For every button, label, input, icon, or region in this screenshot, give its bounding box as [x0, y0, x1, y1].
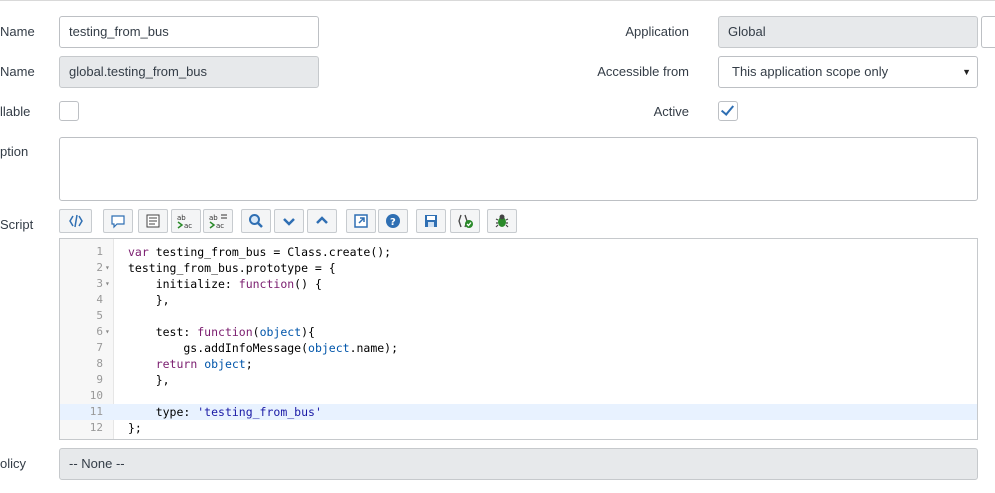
application-field: Global — [718, 16, 978, 48]
code-text: type: 'testing_from_bus' — [128, 405, 322, 419]
top-border — [0, 0, 995, 1]
line-number: 2 — [96, 261, 103, 274]
code-text: }, — [128, 293, 170, 307]
help-button[interactable]: ? — [378, 209, 408, 233]
fold-toggle-icon[interactable]: ▾ — [105, 276, 110, 292]
code-text: testing_from_bus.prototype = { — [128, 261, 336, 275]
dropdown-arrow-icon: ▼ — [962, 67, 971, 77]
format-code-button[interactable] — [59, 209, 92, 233]
code-line[interactable]: 8 return object; — [60, 356, 977, 372]
code-line[interactable]: 11 type: 'testing_from_bus' — [60, 404, 977, 420]
active-checkbox[interactable] — [718, 101, 738, 121]
line-number: 8 — [96, 357, 103, 370]
code-text: gs.addInfoMessage(object.name); — [128, 341, 399, 355]
code-text: var testing_from_bus = Class.create(); — [128, 245, 392, 259]
application-label: Application — [625, 24, 689, 39]
description-textarea[interactable] — [59, 137, 978, 201]
accessible-from-value: This application scope only — [732, 64, 889, 79]
api-name-label: Name — [0, 64, 35, 79]
line-number: 1 — [96, 245, 103, 258]
code-line[interactable]: 5 — [60, 308, 977, 324]
validate-icon — [458, 214, 473, 228]
description-label: ption — [0, 144, 29, 159]
checkmark-icon — [720, 102, 735, 116]
name-label: Name — [0, 24, 35, 39]
format-code-icon — [68, 214, 83, 228]
comment-icon — [111, 215, 125, 229]
save-icon — [425, 215, 437, 227]
line-number: 6 — [96, 325, 103, 338]
code-line[interactable]: 6 ▾ test: function(object){ — [60, 324, 977, 340]
protection-policy-select[interactable]: -- None -- — [59, 448, 978, 480]
svg-text:ac: ac — [184, 222, 192, 229]
search-button[interactable] — [241, 209, 271, 233]
debug-script-button[interactable] — [487, 209, 517, 233]
format-lines-button[interactable] — [138, 209, 168, 233]
accessible-from-label: Accessible from — [597, 64, 689, 79]
search-icon — [249, 214, 263, 228]
line-number: 3 — [96, 277, 103, 290]
validate-script-button[interactable] — [450, 209, 480, 233]
fold-toggle-icon[interactable]: ▾ — [105, 260, 110, 276]
replace-icon: ab ac — [177, 214, 192, 229]
api-name-field: global.testing_from_bus — [59, 56, 319, 88]
fullscreen-icon — [354, 214, 368, 228]
debug-icon — [495, 214, 509, 228]
svg-text:ab: ab — [209, 214, 218, 222]
replace-all-button[interactable]: ab ac — [203, 209, 233, 233]
toggle-comment-button[interactable] — [103, 209, 133, 233]
line-number: 12 — [89, 421, 103, 434]
code-text: }; — [128, 421, 142, 435]
code-line[interactable]: 12}; — [60, 420, 977, 436]
replace-button[interactable]: ab ac — [171, 209, 201, 233]
svg-text:ac: ac — [216, 222, 224, 229]
script-editor[interactable]: 1 var testing_from_bus = Class.create(); 2… — [59, 238, 978, 440]
code-line[interactable]: 4 }, — [60, 292, 977, 308]
help-icon: ? — [386, 214, 400, 228]
code-line[interactable]: 1 var testing_from_bus = Class.create(); — [60, 244, 977, 260]
line-number: 10 — [89, 389, 103, 402]
protection-policy-label: olicy — [0, 456, 27, 471]
fullscreen-button[interactable] — [346, 209, 376, 233]
code-text: test: function(object){ — [128, 325, 315, 339]
code-line[interactable]: 2 ▾ testing_from_bus.prototype = { — [60, 260, 977, 276]
chevron-up-icon — [316, 216, 328, 224]
client-callable-label: llable — [0, 104, 31, 119]
code-line[interactable]: 9 }, — [60, 372, 977, 388]
code-line[interactable]: 7 gs.addInfoMessage(object.name); — [60, 340, 977, 356]
chevron-down-icon — [283, 218, 295, 226]
application-action-button[interactable] — [981, 16, 995, 48]
active-label: Active — [653, 104, 689, 119]
svg-text:?: ? — [390, 217, 396, 228]
line-number: 11 — [89, 405, 103, 418]
format-lines-icon — [146, 214, 160, 228]
script-label: Script — [0, 217, 34, 232]
find-next-button[interactable] — [274, 209, 304, 233]
code-text: initialize: function() { — [128, 277, 322, 291]
code-text: }, — [128, 373, 170, 387]
line-number: 7 — [96, 341, 103, 354]
find-previous-button[interactable] — [307, 209, 337, 233]
code-text: return object; — [155, 357, 253, 371]
accessible-from-select[interactable]: This application scope only ▼ — [718, 56, 978, 88]
svg-text:ab: ab — [177, 214, 186, 222]
line-number: 5 — [96, 309, 103, 322]
fold-toggle-icon[interactable]: ▾ — [105, 324, 110, 340]
save-button[interactable] — [416, 209, 446, 233]
client-callable-checkbox[interactable] — [59, 101, 79, 121]
name-input[interactable]: testing_from_bus — [59, 16, 319, 48]
line-number: 4 — [96, 293, 103, 306]
line-number: 9 — [96, 373, 103, 386]
replace-all-icon: ab ac — [209, 214, 227, 229]
code-line[interactable]: 3 ▾ initialize: function() { — [60, 276, 977, 292]
code-line[interactable]: 10 — [60, 388, 977, 404]
